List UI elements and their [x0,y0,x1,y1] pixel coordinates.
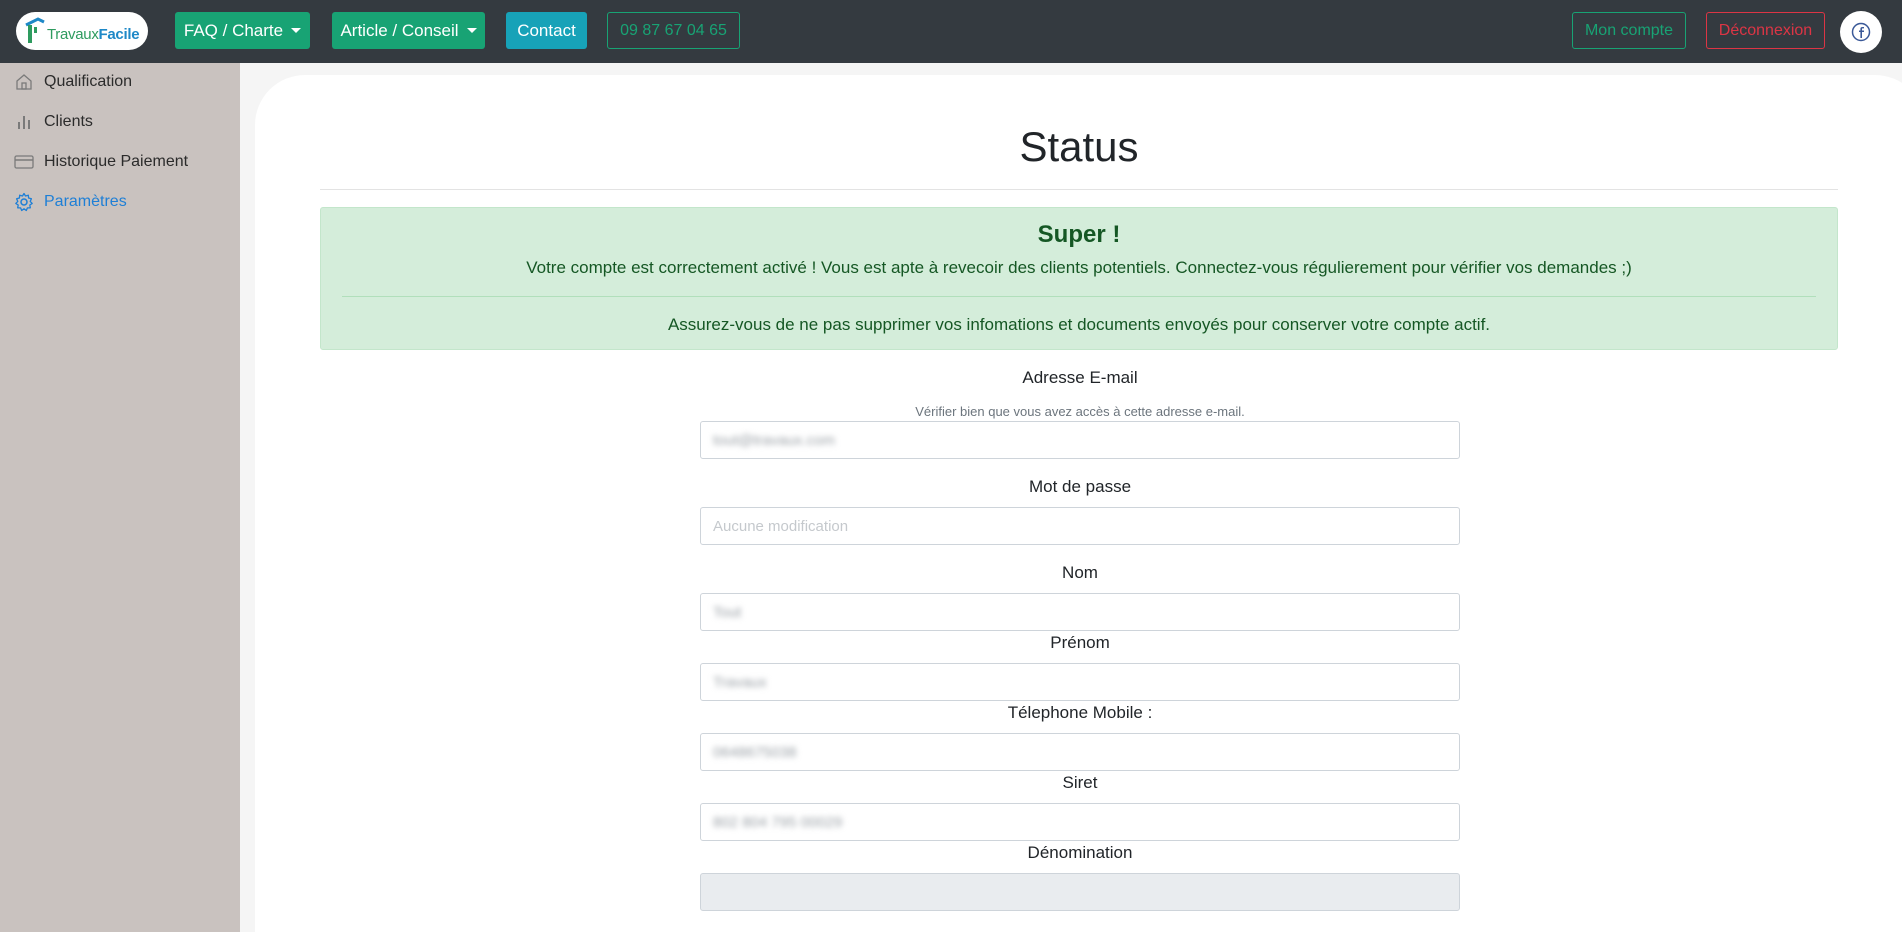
sidebar-item-label: Clients [44,113,93,130]
caret-down-icon [466,28,477,33]
sidebar-item-parametres[interactable]: Paramètres [14,187,127,217]
siret-label: Siret [1062,773,1098,792]
logout-button[interactable]: Déconnexion [1706,12,1825,49]
gear-icon [15,192,33,212]
denomination-field [700,873,1460,911]
contact-button[interactable]: Contact [506,12,587,49]
password-field[interactable]: Aucune modification [700,507,1460,545]
password-placeholder: Aucune modification [713,517,849,535]
sidebar-item-historique-paiement[interactable]: Historique Paiement [14,147,188,177]
divider [320,189,1838,190]
email-hint: Vérifier bien que vous avez accès à cett… [915,404,1245,419]
nom-label: Nom [1062,563,1098,582]
article-label: Article / Conseil [340,20,459,40]
page-title: Status [1019,123,1139,170]
email-value: tout@travaux.com [713,431,835,449]
email-label: Adresse E-mail [1022,368,1138,387]
faq-label: FAQ / Charte [183,20,284,40]
account-button[interactable]: Mon compte [1572,12,1686,49]
facebook-button[interactable] [1840,11,1882,53]
prenom-field[interactable]: Travaux [700,663,1460,701]
alert-heading: Super ! [1037,221,1121,248]
siret-value: 802 804 795 00029 [713,813,843,831]
bar-chart-icon [18,116,30,129]
telephone-value: 0648675038 [713,743,797,761]
email-field[interactable]: tout@travaux.com [700,421,1460,459]
facebook-icon [1851,22,1871,42]
nom-value: Tout [713,603,742,621]
brand-logo[interactable]: TravauxFacile [16,12,148,50]
prenom-label: Prénom [1050,633,1110,652]
password-label: Mot de passe [1028,477,1132,496]
alert-divider [342,296,1816,297]
denomination-label: Dénomination [1027,843,1133,862]
alert-message: Votre compte est correctement activé ! V… [526,258,1632,277]
telephone-field[interactable]: 0648675038 [700,733,1460,771]
siret-field[interactable]: 802 804 795 00029 [700,803,1460,841]
success-alert: Super ! Votre compte est correctement ac… [320,207,1838,350]
home-icon [16,74,32,90]
top-navbar: TravauxFacile FAQ / Charte Article / Con… [0,0,1902,63]
sidebar: Qualification Clients Historique Paiemen… [0,63,240,932]
nom-field[interactable]: Tout [700,593,1460,631]
alert-note: Assurez-vous de ne pas supprimer vos inf… [667,315,1491,334]
sidebar-item-clients[interactable]: Clients [14,107,93,137]
telephone-label: Télephone Mobile : [1007,703,1153,722]
faq-dropdown-button[interactable]: FAQ / Charte [175,12,310,49]
credit-card-icon [14,155,34,169]
article-dropdown-button[interactable]: Article / Conseil [332,12,485,49]
prenom-value: Travaux [713,673,767,691]
house-logo-icon [25,17,45,43]
caret-down-icon [291,28,302,33]
sidebar-item-label: Paramètres [44,193,127,210]
phone-button[interactable]: 09 87 67 04 65 [607,12,740,49]
sidebar-item-label: Qualification [44,73,133,90]
sidebar-item-qualification[interactable]: Qualification [14,67,132,97]
brand-name: TravauxFacile [47,25,140,43]
sidebar-item-label: Historique Paiement [44,153,189,170]
